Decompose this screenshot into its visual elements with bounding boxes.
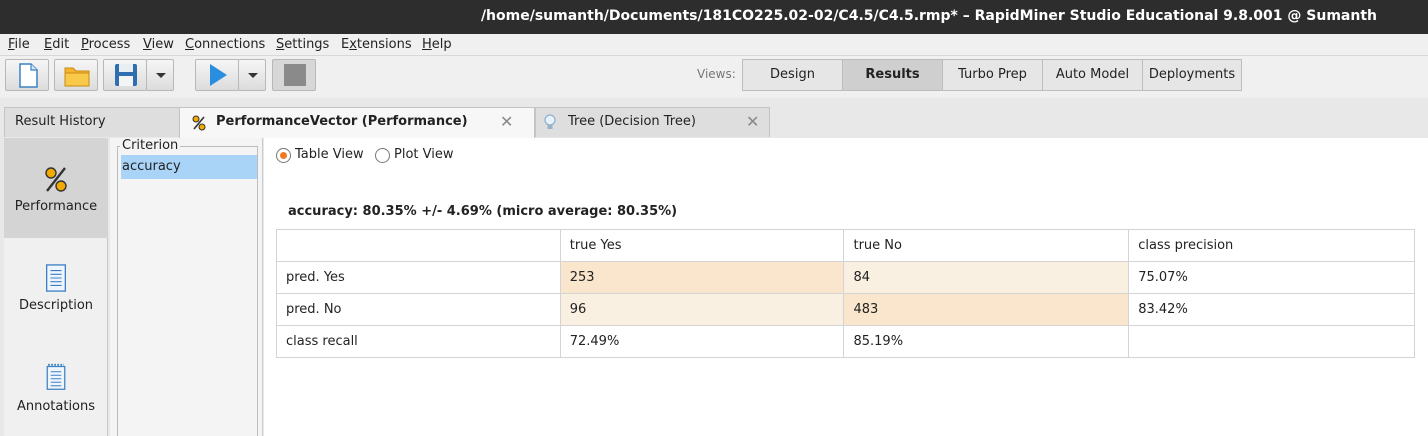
toolbar: Views: Design Results Turbo Prep Auto Mo… [0,56,1428,98]
table-row: class recall 72.49% 85.19% [276,325,1415,358]
matrix-cell: 483 [843,293,1130,326]
header-cell [276,229,561,262]
view-deployments-button[interactable]: Deployments [1142,59,1242,91]
precision-cell: 75.07% [1128,261,1415,294]
menu-file[interactable]: File [8,37,30,52]
close-icon[interactable]: ✕ [500,112,513,131]
save-process-button[interactable] [103,59,147,91]
row-label: pred. Yes [276,261,561,294]
menu-process[interactable]: Process [81,37,130,52]
lightbulb-icon [544,114,556,129]
table-row: pred. Yes 253 84 75.07% [276,261,1415,294]
new-process-button[interactable] [5,59,49,91]
dropdown-arrow-icon [156,73,166,78]
document-icon [46,264,66,292]
result-view-nav: Performance Description Annotations [4,138,108,436]
stop-icon [284,64,306,86]
percent-icon [45,167,67,192]
tab-performance-vector[interactable]: PerformanceVector (Performance) ✕ [179,107,535,138]
row-label: class recall [276,325,561,358]
save-icon [115,64,137,86]
performance-content: Table View Plot View accuracy: 80.35% +/… [264,138,1428,436]
precision-cell: 83.42% [1128,293,1415,326]
window-title: /home/sumanth/Documents/181CO225.02-02/C… [480,8,1377,24]
view-results-button[interactable]: Results [842,59,943,91]
header-cell: true No [843,229,1130,262]
save-options-dropdown[interactable] [146,59,174,91]
close-icon[interactable]: ✕ [746,112,759,131]
view-design-button[interactable]: Design [742,59,843,91]
matrix-cell: 96 [559,293,845,326]
header-cell: true Yes [559,229,845,262]
menu-edit[interactable]: Edit [44,37,69,52]
recall-cell: 85.19% [843,325,1130,358]
new-file-icon [19,63,38,88]
table-row: pred. No 96 483 83.42% [276,293,1415,326]
matrix-cell: 84 [843,261,1130,294]
percent-icon [192,115,206,131]
result-tabs: Result History PerformanceVector (Perfor… [0,98,1428,138]
radio-unselected-icon [375,148,390,163]
views-label: Views: [697,67,736,81]
recall-cell: 72.49% [559,325,845,358]
menu-extensions[interactable]: Extensions [341,37,412,52]
run-process-button[interactable] [195,59,239,91]
table-view-label: Table View [295,147,364,162]
row-label: pred. No [276,293,561,326]
criterion-legend: Criterion [120,138,181,153]
dropdown-arrow-icon [248,73,258,78]
tab-label: PerformanceVector (Performance) [216,114,468,129]
nav-annotations-label: Annotations [16,399,96,414]
tab-label: Result History [15,114,106,129]
nav-performance-label: Performance [14,199,98,214]
tab-label: Tree (Decision Tree) [568,114,696,129]
accuracy-summary: accuracy: 80.35% +/- 4.69% (micro averag… [288,204,678,219]
nav-description[interactable]: Description [4,238,108,338]
tab-result-history[interactable]: Result History [4,107,180,137]
criterion-item-accuracy[interactable]: accuracy [121,155,257,179]
window-titlebar: /home/sumanth/Documents/181CO225.02-02/C… [0,0,1428,34]
menu-settings[interactable]: Settings [276,37,329,52]
confusion-matrix: true Yes true No class precision pred. Y… [276,229,1415,358]
criterion-panel: Criterion accuracy [110,138,263,436]
view-turbo-prep-button[interactable]: Turbo Prep [942,59,1043,91]
empty-cell [1128,325,1415,358]
menu-bar: File Edit Process View Connections Setti… [0,34,1428,56]
nav-annotations[interactable]: Annotations [4,338,108,436]
menu-connections[interactable]: Connections [185,37,265,52]
open-process-button[interactable] [54,59,98,91]
table-header-row: true Yes true No class precision [276,229,1415,262]
run-play-icon [210,64,227,86]
menu-help[interactable]: Help [422,37,452,52]
nav-description-label: Description [18,298,94,313]
notes-icon [46,363,66,390]
header-cell: class precision [1128,229,1415,262]
open-folder-icon [64,67,90,87]
view-auto-model-button[interactable]: Auto Model [1042,59,1143,91]
nav-performance[interactable]: Performance [4,138,108,238]
plot-view-label: Plot View [394,147,454,162]
radio-selected-icon [276,148,291,163]
tab-decision-tree[interactable]: Tree (Decision Tree) ✕ [535,107,770,137]
matrix-cell: 253 [559,261,845,294]
run-options-dropdown[interactable] [238,59,266,91]
criterion-fieldset [117,146,258,436]
menu-view[interactable]: View [143,37,174,52]
stop-process-button[interactable] [272,59,316,91]
